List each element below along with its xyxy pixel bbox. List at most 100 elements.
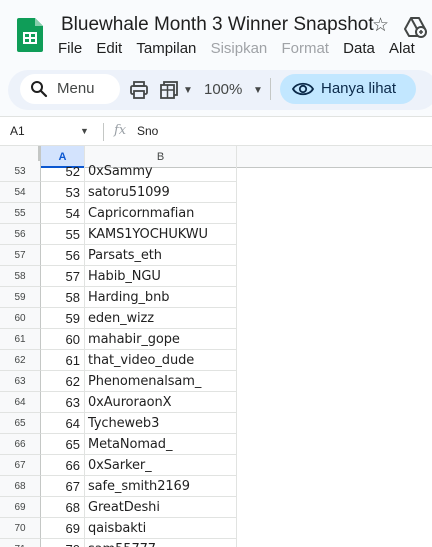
row-header[interactable]: 70: [0, 518, 41, 539]
table-row: 59 58 Harding_bnb: [0, 287, 237, 308]
cell-username[interactable]: 0xSammy: [85, 161, 237, 182]
star-icon[interactable]: ☆: [372, 14, 389, 37]
cell-username[interactable]: 0xSarker_: [85, 455, 237, 476]
table-row: 65 64 Tycheweb3: [0, 413, 237, 434]
cell-sno[interactable]: 70: [41, 539, 85, 547]
cell-sno[interactable]: 56: [41, 245, 85, 266]
chevron-down-icon[interactable]: ▼: [80, 126, 89, 136]
cell-sno[interactable]: 59: [41, 308, 85, 329]
row-header[interactable]: 66: [0, 434, 41, 455]
cell-username[interactable]: MetaNomad_: [85, 434, 237, 455]
menu-tools[interactable]: Alat: [389, 40, 415, 57]
menu-view[interactable]: Tampilan: [136, 40, 196, 57]
cell-username[interactable]: eden_wizz: [85, 308, 237, 329]
cell-username[interactable]: GreatDeshi: [85, 497, 237, 518]
row-header[interactable]: 61: [0, 329, 41, 350]
row-header[interactable]: 69: [0, 497, 41, 518]
cell-sno[interactable]: 62: [41, 371, 85, 392]
cell-username[interactable]: satoru51099: [85, 182, 237, 203]
cell-username[interactable]: 0xAuroraonX: [85, 392, 237, 413]
cell-username[interactable]: Habib_NGU: [85, 266, 237, 287]
cell-sno[interactable]: 66: [41, 455, 85, 476]
cell-sno[interactable]: 54: [41, 203, 85, 224]
table-format-icon[interactable]: [159, 80, 179, 100]
menu-data[interactable]: Data: [343, 40, 375, 57]
print-icon[interactable]: [129, 80, 149, 100]
row-header[interactable]: 55: [0, 203, 41, 224]
fx-icon: fx: [114, 123, 127, 138]
table-row: 58 57 Habib_NGU: [0, 266, 237, 287]
cell-username[interactable]: KAMS1YOCHUKWU: [85, 224, 237, 245]
drive-status-icon[interactable]: [403, 15, 427, 39]
row-header[interactable]: 57: [0, 245, 41, 266]
view-only-button[interactable]: Hanya lihat: [280, 74, 416, 104]
cell-sno[interactable]: 58: [41, 287, 85, 308]
row-header[interactable]: 62: [0, 350, 41, 371]
table-row: 69 68 GreatDeshi: [0, 497, 237, 518]
row-header[interactable]: 53: [0, 161, 41, 182]
menu-format: Format: [281, 40, 329, 57]
cell-username[interactable]: Parsats_eth: [85, 245, 237, 266]
name-box[interactable]: A1: [10, 124, 25, 138]
cell-sno[interactable]: 69: [41, 518, 85, 539]
table-row: 57 56 Parsats_eth: [0, 245, 237, 266]
row-header[interactable]: 54: [0, 182, 41, 203]
cell-sno[interactable]: 61: [41, 350, 85, 371]
cell-username[interactable]: Capricornmafian: [85, 203, 237, 224]
cell-sno[interactable]: 64: [41, 413, 85, 434]
title-bar: Bluewhale Month 3 Winner Snapshot ☆ File…: [0, 0, 432, 66]
menu-insert: Sisipkan: [210, 40, 268, 57]
cell-sno[interactable]: 57: [41, 266, 85, 287]
cell-sno[interactable]: 67: [41, 476, 85, 497]
row-header[interactable]: 56: [0, 224, 41, 245]
chevron-down-icon[interactable]: ▼: [253, 85, 263, 96]
document-title[interactable]: Bluewhale Month 3 Winner Snapshot: [61, 14, 374, 36]
eye-icon: [292, 82, 314, 96]
toolbar-divider: [270, 78, 271, 100]
cell-sno[interactable]: 53: [41, 182, 85, 203]
row-header[interactable]: 64: [0, 392, 41, 413]
formula-bar-divider: [103, 123, 104, 141]
cell-sno[interactable]: 55: [41, 224, 85, 245]
zoom-select[interactable]: 100%: [204, 81, 242, 98]
row-header[interactable]: 59: [0, 287, 41, 308]
cell-sno[interactable]: 68: [41, 497, 85, 518]
table-row: 56 55 KAMS1YOCHUKWU: [0, 224, 237, 245]
view-only-label: Hanya lihat: [321, 80, 397, 97]
table-row: 61 60 mahabir_gope: [0, 329, 237, 350]
cell-sno[interactable]: 52: [41, 161, 85, 182]
table-row: 67 66 0xSarker_: [0, 455, 237, 476]
row-header[interactable]: 71: [0, 539, 41, 547]
search-icon: [31, 81, 48, 98]
cell-username[interactable]: that_video_dude: [85, 350, 237, 371]
cell-username[interactable]: Tycheweb3: [85, 413, 237, 434]
spreadsheet-grid: A B 53 52 0xSammy 54 53 satoru51099 55 54 Capric…: [0, 146, 432, 547]
menu-edit[interactable]: Edit: [96, 40, 122, 57]
menu-file[interactable]: File: [58, 40, 82, 57]
row-header[interactable]: 63: [0, 371, 41, 392]
table-row: 62 61 that_video_dude: [0, 350, 237, 371]
cell-username[interactable]: qaisbakti: [85, 518, 237, 539]
cell-username[interactable]: safe_smith2169: [85, 476, 237, 497]
cell-username[interactable]: Harding_bnb: [85, 287, 237, 308]
cell-sno[interactable]: 63: [41, 392, 85, 413]
row-header[interactable]: 58: [0, 266, 41, 287]
row-header[interactable]: 68: [0, 476, 41, 497]
cell-username[interactable]: mahabir_gope: [85, 329, 237, 350]
table-row: 7170sam55777: [0, 539, 237, 547]
cell-sno[interactable]: 60: [41, 329, 85, 350]
row-header[interactable]: 65: [0, 413, 41, 434]
search-menu-button[interactable]: Menu: [20, 74, 120, 104]
table-row: 53 52 0xSammy: [0, 161, 237, 182]
menu-bar: File Edit Tampilan Sisipkan Format Data …: [58, 40, 425, 57]
cell-sno[interactable]: 65: [41, 434, 85, 455]
formula-input[interactable]: Sno: [137, 124, 158, 138]
row-header[interactable]: 60: [0, 308, 41, 329]
cell-username[interactable]: sam55777: [85, 539, 237, 547]
table-row: 60 59 eden_wizz: [0, 308, 237, 329]
cell-username[interactable]: Phenomenalsam_: [85, 371, 237, 392]
row-header[interactable]: 67: [0, 455, 41, 476]
sheets-logo-icon[interactable]: [17, 18, 43, 52]
chevron-down-icon[interactable]: ▼: [183, 85, 193, 96]
table-row: 66 65 MetaNomad_: [0, 434, 237, 455]
